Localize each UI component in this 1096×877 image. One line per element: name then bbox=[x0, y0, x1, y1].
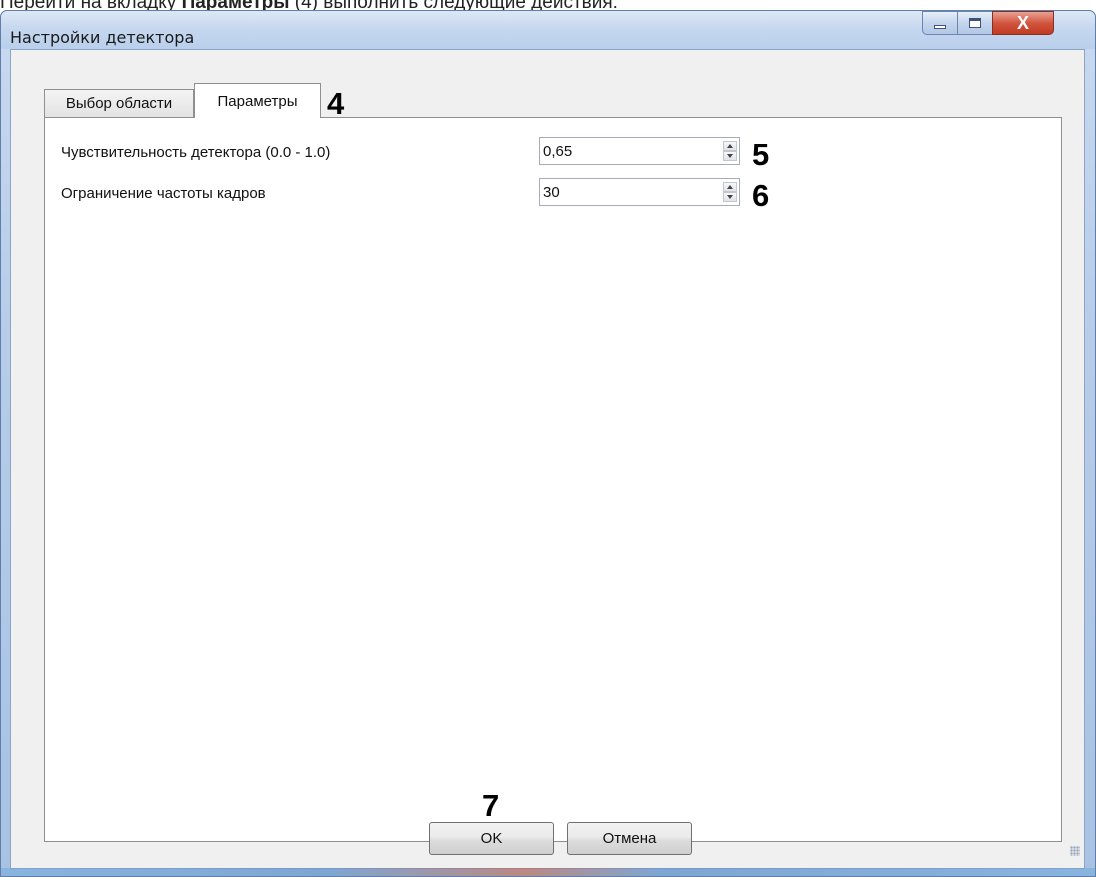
maximize-icon bbox=[969, 18, 981, 28]
frame-limit-label: Ограничение частоты кадров bbox=[61, 185, 266, 202]
cancel-button[interactable]: Отмена bbox=[567, 822, 692, 855]
maximize-button[interactable] bbox=[957, 11, 993, 35]
minimize-icon bbox=[934, 25, 946, 29]
frame-limit-spin-arrows[interactable] bbox=[723, 182, 737, 202]
spin-down-icon[interactable] bbox=[723, 151, 737, 161]
spin-up-icon[interactable] bbox=[723, 182, 737, 192]
sensitivity-value[interactable]: 0,65 bbox=[543, 143, 572, 160]
detector-settings-window: Настройки детектора X Выбор области Пара… bbox=[0, 10, 1096, 877]
tab-area-selection[interactable]: Выбор области bbox=[44, 89, 194, 117]
sensitivity-spinbox[interactable]: 0,65 bbox=[539, 137, 740, 165]
frame-limit-spinbox[interactable]: 30 bbox=[539, 178, 740, 206]
spin-down-icon[interactable] bbox=[723, 192, 737, 202]
sensitivity-spin-arrows[interactable] bbox=[723, 141, 737, 161]
sensitivity-label: Чувствительность детектора (0.0 - 1.0) bbox=[61, 144, 331, 161]
resize-grip-icon[interactable] bbox=[1070, 846, 1080, 856]
callout-number-frame-limit: 6 bbox=[752, 178, 770, 213]
close-button[interactable]: X bbox=[992, 11, 1054, 35]
tab-parameters[interactable]: Параметры bbox=[194, 83, 321, 118]
frame-limit-value[interactable]: 30 bbox=[543, 184, 560, 201]
close-icon: X bbox=[1016, 12, 1029, 33]
window-title: Настройки детектора bbox=[10, 28, 195, 47]
minimize-button[interactable] bbox=[922, 11, 958, 35]
callout-number-sensitivity: 5 bbox=[752, 137, 770, 172]
ok-button[interactable]: OK bbox=[429, 822, 554, 855]
spin-up-icon[interactable] bbox=[723, 141, 737, 151]
callout-number-ok: 7 bbox=[482, 788, 500, 823]
dialog-client-area: Выбор области Параметры 4 Чувствительнос… bbox=[10, 49, 1085, 869]
parameters-panel: Чувствительность детектора (0.0 - 1.0) 0… bbox=[44, 117, 1062, 842]
callout-number-tab: 4 bbox=[327, 86, 345, 121]
